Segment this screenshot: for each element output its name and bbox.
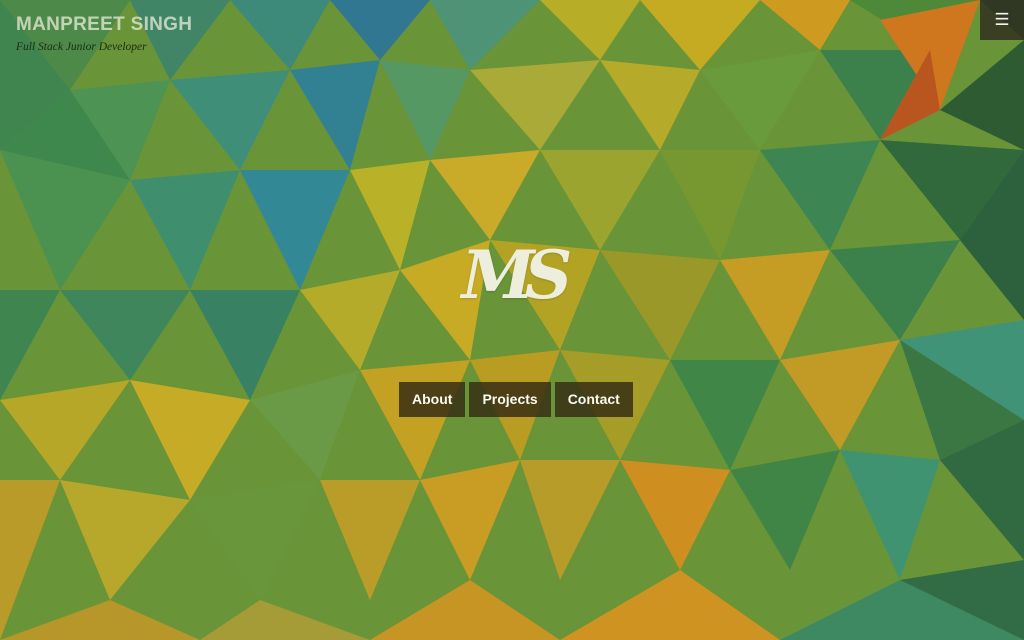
nav-about-button[interactable]: About bbox=[399, 382, 466, 417]
hero-nav: About Projects Contact bbox=[399, 382, 633, 417]
menu-toggle-button[interactable]: ☰ bbox=[980, 0, 1024, 40]
site-brand[interactable]: MANPREET SINGH Full Stack Junior Develop… bbox=[16, 14, 192, 53]
nav-projects-button[interactable]: Projects bbox=[469, 382, 551, 417]
nav-contact-button[interactable]: Contact bbox=[554, 382, 633, 417]
site-tagline: Full Stack Junior Developer bbox=[16, 41, 147, 53]
ms-logo: MS bbox=[461, 235, 573, 314]
site-name[interactable]: MANPREET SINGH bbox=[16, 14, 192, 36]
hamburger-icon: ☰ bbox=[994, 10, 1010, 29]
